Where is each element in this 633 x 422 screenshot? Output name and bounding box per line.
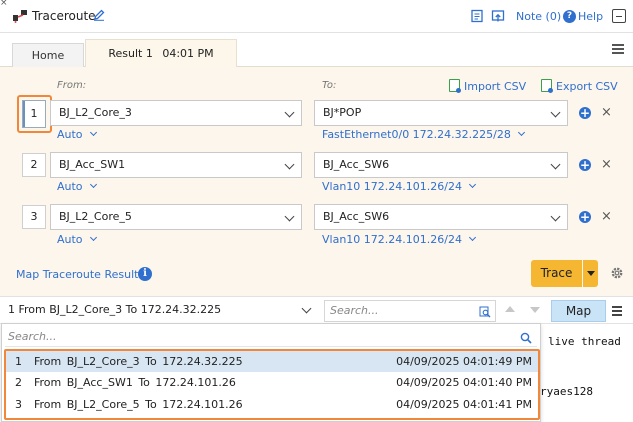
dropdown-search-input[interactable]: Search... bbox=[5, 327, 537, 347]
note-icon[interactable] bbox=[470, 9, 484, 23]
tab-result-label: Result 1 bbox=[108, 47, 153, 60]
dropdown-highlight bbox=[4, 349, 540, 420]
minimize-icon[interactable] bbox=[612, 9, 626, 23]
export-window-icon[interactable] bbox=[491, 9, 505, 23]
chevron-down-icon bbox=[550, 159, 561, 170]
to-device-value: BJ*POP bbox=[323, 106, 362, 119]
to-device-value: BJ_Acc_SW6 bbox=[323, 210, 390, 223]
export-csv-link[interactable]: Export CSV bbox=[556, 80, 618, 93]
from-device-value: BJ_L2_Core_3 bbox=[59, 106, 132, 119]
chevron-down-icon bbox=[89, 233, 97, 242]
from-interface-value: Auto bbox=[57, 128, 83, 141]
chevron-down-icon bbox=[550, 211, 561, 222]
chevron-down-icon bbox=[517, 128, 525, 137]
to-device-select[interactable]: BJ*POP bbox=[314, 100, 568, 126]
info-icon[interactable]: i bbox=[138, 267, 152, 281]
to-interface-select[interactable]: Vlan10 172.24.101.26/24 bbox=[322, 180, 477, 193]
result-select-value: 1 From BJ_L2_Core_3 To 172.24.32.225 bbox=[8, 303, 222, 316]
from-interface-value: Auto bbox=[57, 233, 83, 246]
to-interface-select[interactable]: FastEthernet0/0 172.24.32.225/28 bbox=[322, 128, 525, 141]
note-link[interactable]: Note (0) bbox=[516, 10, 561, 23]
row-index[interactable]: 2 bbox=[22, 153, 46, 177]
chevron-down-icon bbox=[301, 303, 312, 314]
chevron-down-icon bbox=[284, 107, 295, 118]
delete-icon[interactable]: × bbox=[601, 210, 612, 223]
csv-icon[interactable] bbox=[449, 79, 461, 93]
import-csv-link[interactable]: Import CSV bbox=[464, 80, 526, 93]
chevron-down-icon bbox=[89, 180, 97, 189]
to-device-select[interactable]: BJ_Acc_SW6 bbox=[314, 204, 568, 230]
from-device-value: BJ_L2_Core_5 bbox=[59, 210, 132, 223]
log-text: ryaes128 bbox=[540, 385, 593, 398]
to-interface-value: Vlan10 172.24.101.26/24 bbox=[322, 233, 462, 246]
map-button[interactable]: Map bbox=[551, 300, 606, 322]
add-icon[interactable]: + bbox=[579, 107, 591, 119]
help-icon[interactable]: ? bbox=[563, 10, 576, 23]
from-label: From: bbox=[57, 80, 87, 91]
chevron-down-icon bbox=[284, 159, 295, 170]
result-search-placeholder: Search... bbox=[330, 304, 379, 317]
add-icon[interactable]: + bbox=[579, 211, 591, 223]
tab-result-1[interactable]: Result 1 04:01 PM bbox=[85, 39, 237, 68]
from-interface-select[interactable]: Auto bbox=[57, 180, 97, 193]
log-text: live thread bbox=[548, 335, 621, 348]
to-interface-select[interactable]: Vlan10 172.24.101.26/24 bbox=[322, 233, 477, 246]
traceroute-icon bbox=[12, 9, 28, 23]
tab-result-time: 04:01 PM bbox=[162, 47, 214, 60]
help-link[interactable]: Help bbox=[578, 10, 603, 23]
map-traceroute-result-link[interactable]: Map Traceroute Result bbox=[16, 268, 138, 281]
close-icon[interactable]: × bbox=[0, 0, 10, 8]
to-device-select[interactable]: BJ_Acc_SW6 bbox=[314, 152, 568, 178]
chevron-down-icon bbox=[468, 233, 477, 242]
to-interface-value: FastEthernet0/0 172.24.32.225/28 bbox=[322, 128, 511, 141]
add-icon[interactable]: + bbox=[579, 159, 591, 171]
row-index[interactable]: 3 bbox=[22, 205, 46, 229]
trace-options-dropdown[interactable] bbox=[583, 260, 598, 287]
search-icon bbox=[479, 305, 491, 318]
previous-result-icon[interactable] bbox=[505, 306, 515, 312]
delete-icon[interactable]: × bbox=[601, 158, 612, 171]
delete-icon[interactable]: × bbox=[601, 106, 612, 119]
menu-icon[interactable] bbox=[612, 306, 622, 316]
chevron-down-icon bbox=[284, 211, 295, 222]
chevron-down-icon bbox=[550, 107, 561, 118]
from-device-select[interactable]: BJ_L2_Core_5 bbox=[50, 204, 302, 230]
from-device-select[interactable]: BJ_Acc_SW1 bbox=[50, 152, 302, 178]
from-device-select[interactable]: BJ_L2_Core_3 bbox=[50, 100, 302, 126]
from-interface-value: Auto bbox=[57, 180, 83, 193]
chevron-down-icon bbox=[89, 128, 97, 137]
menu-icon[interactable] bbox=[612, 44, 624, 54]
from-device-value: BJ_Acc_SW1 bbox=[59, 158, 126, 171]
csv-icon[interactable] bbox=[541, 79, 553, 93]
result-select[interactable]: 1 From BJ_L2_Core_3 To 172.24.32.225 bbox=[3, 300, 320, 322]
to-label: To: bbox=[322, 80, 337, 91]
gear-icon[interactable] bbox=[610, 266, 624, 280]
tab-home[interactable]: Home bbox=[12, 43, 84, 68]
result-search-input[interactable]: Search... bbox=[324, 300, 496, 322]
from-interface-select[interactable]: Auto bbox=[57, 128, 97, 141]
search-icon bbox=[520, 331, 532, 344]
window-title: Traceroute bbox=[32, 9, 96, 23]
to-device-value: BJ_Acc_SW6 bbox=[323, 158, 390, 171]
next-result-icon[interactable] bbox=[530, 307, 540, 313]
edit-icon[interactable] bbox=[93, 9, 105, 21]
index-highlight bbox=[17, 95, 52, 133]
trace-button[interactable]: Trace bbox=[531, 260, 582, 287]
to-interface-value: Vlan10 172.24.101.26/24 bbox=[322, 180, 462, 193]
chevron-down-icon bbox=[468, 180, 477, 189]
from-interface-select[interactable]: Auto bbox=[57, 233, 97, 246]
dropdown-search-placeholder: Search... bbox=[8, 330, 57, 343]
